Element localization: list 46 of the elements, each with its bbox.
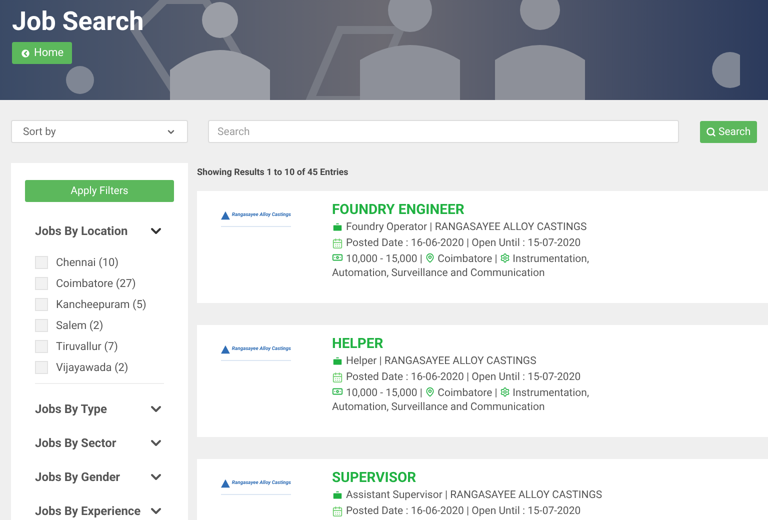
- checkbox[interactable]: [35, 361, 48, 374]
- checkbox-label: Coimbatore (27): [56, 276, 136, 291]
- checkbox-label: Tiruvallur (7): [56, 340, 118, 354]
- gear-icon: [500, 387, 510, 397]
- filter-header[interactable]: Jobs By Gender: [35, 464, 164, 490]
- checkbox[interactable]: [35, 277, 48, 290]
- job-details: 10,000 - 15,000 | Coimbatore | Instrumentation, Automation, Surveillance and Communication: [332, 252, 590, 280]
- money-icon: [332, 252, 343, 263]
- filter-header[interactable]: Jobs By Type: [35, 396, 164, 422]
- briefcase-icon: [332, 490, 343, 500]
- checkbox-label: Salem (2): [56, 318, 104, 333]
- job-dates: Posted Date : 16-06-2020 | Open Until : 15-07-2020: [346, 370, 581, 384]
- job-role-company: Foundry Operator | RANGASAYEE ALLOY CASTINGS: [346, 220, 587, 234]
- checkbox-label: Chennai (10): [56, 256, 119, 270]
- calendar-icon: [332, 506, 343, 516]
- triangle-logo-icon: [221, 344, 230, 355]
- page-title: Job Search: [12, 6, 144, 38]
- map-pin-icon: [425, 387, 436, 397]
- calendar-icon: [332, 372, 343, 382]
- triangle-logo-icon: [221, 478, 230, 489]
- back-icon: [20, 48, 31, 58]
- filter-header[interactable]: Jobs By Sector: [35, 430, 164, 456]
- gear-icon: [500, 253, 510, 263]
- search-field[interactable]: Search: [208, 120, 680, 143]
- job-role-company: Helper | RANGASAYEE ALLOY CASTINGS: [346, 354, 536, 368]
- money-icon: [332, 386, 343, 397]
- filter-header[interactable]: Jobs By Experience: [35, 498, 164, 520]
- checkbox[interactable]: [35, 319, 48, 332]
- briefcase-icon: [332, 356, 343, 366]
- checkbox-label: Vijayawada (2): [56, 360, 128, 375]
- job-details: 10,000 - 15,000 | Coimbatore | Instrumentation, Automation, Surveillance and Communication: [332, 386, 590, 414]
- search-icon: [706, 126, 716, 136]
- job-dates: Posted Date : 16-06-2020 | Open Until : 15-07-2020: [346, 504, 581, 518]
- calendar-icon: [332, 238, 343, 248]
- checkbox[interactable]: [35, 298, 48, 312]
- triangle-logo-icon: [221, 210, 230, 221]
- results-summary: Showing Results 1 to 10 of 45 Entries: [197, 167, 350, 180]
- job-dates: Posted Date : 16-06-2020 | Open Until : 15-07-2020: [346, 236, 581, 250]
- filter-header[interactable]: Jobs By Location: [35, 218, 164, 244]
- briefcase-icon: [332, 222, 343, 232]
- job-role-company: Assistant Supervisor | RANGASAYEE ALLOY CASTINGS: [346, 488, 602, 502]
- map-pin-icon: [425, 253, 436, 263]
- checkbox[interactable]: [35, 256, 48, 270]
- sort-dropdown[interactable]: Sort by: [11, 120, 188, 143]
- checkbox[interactable]: [35, 340, 48, 354]
- checkbox-label: Kancheepuram (5): [56, 298, 146, 312]
